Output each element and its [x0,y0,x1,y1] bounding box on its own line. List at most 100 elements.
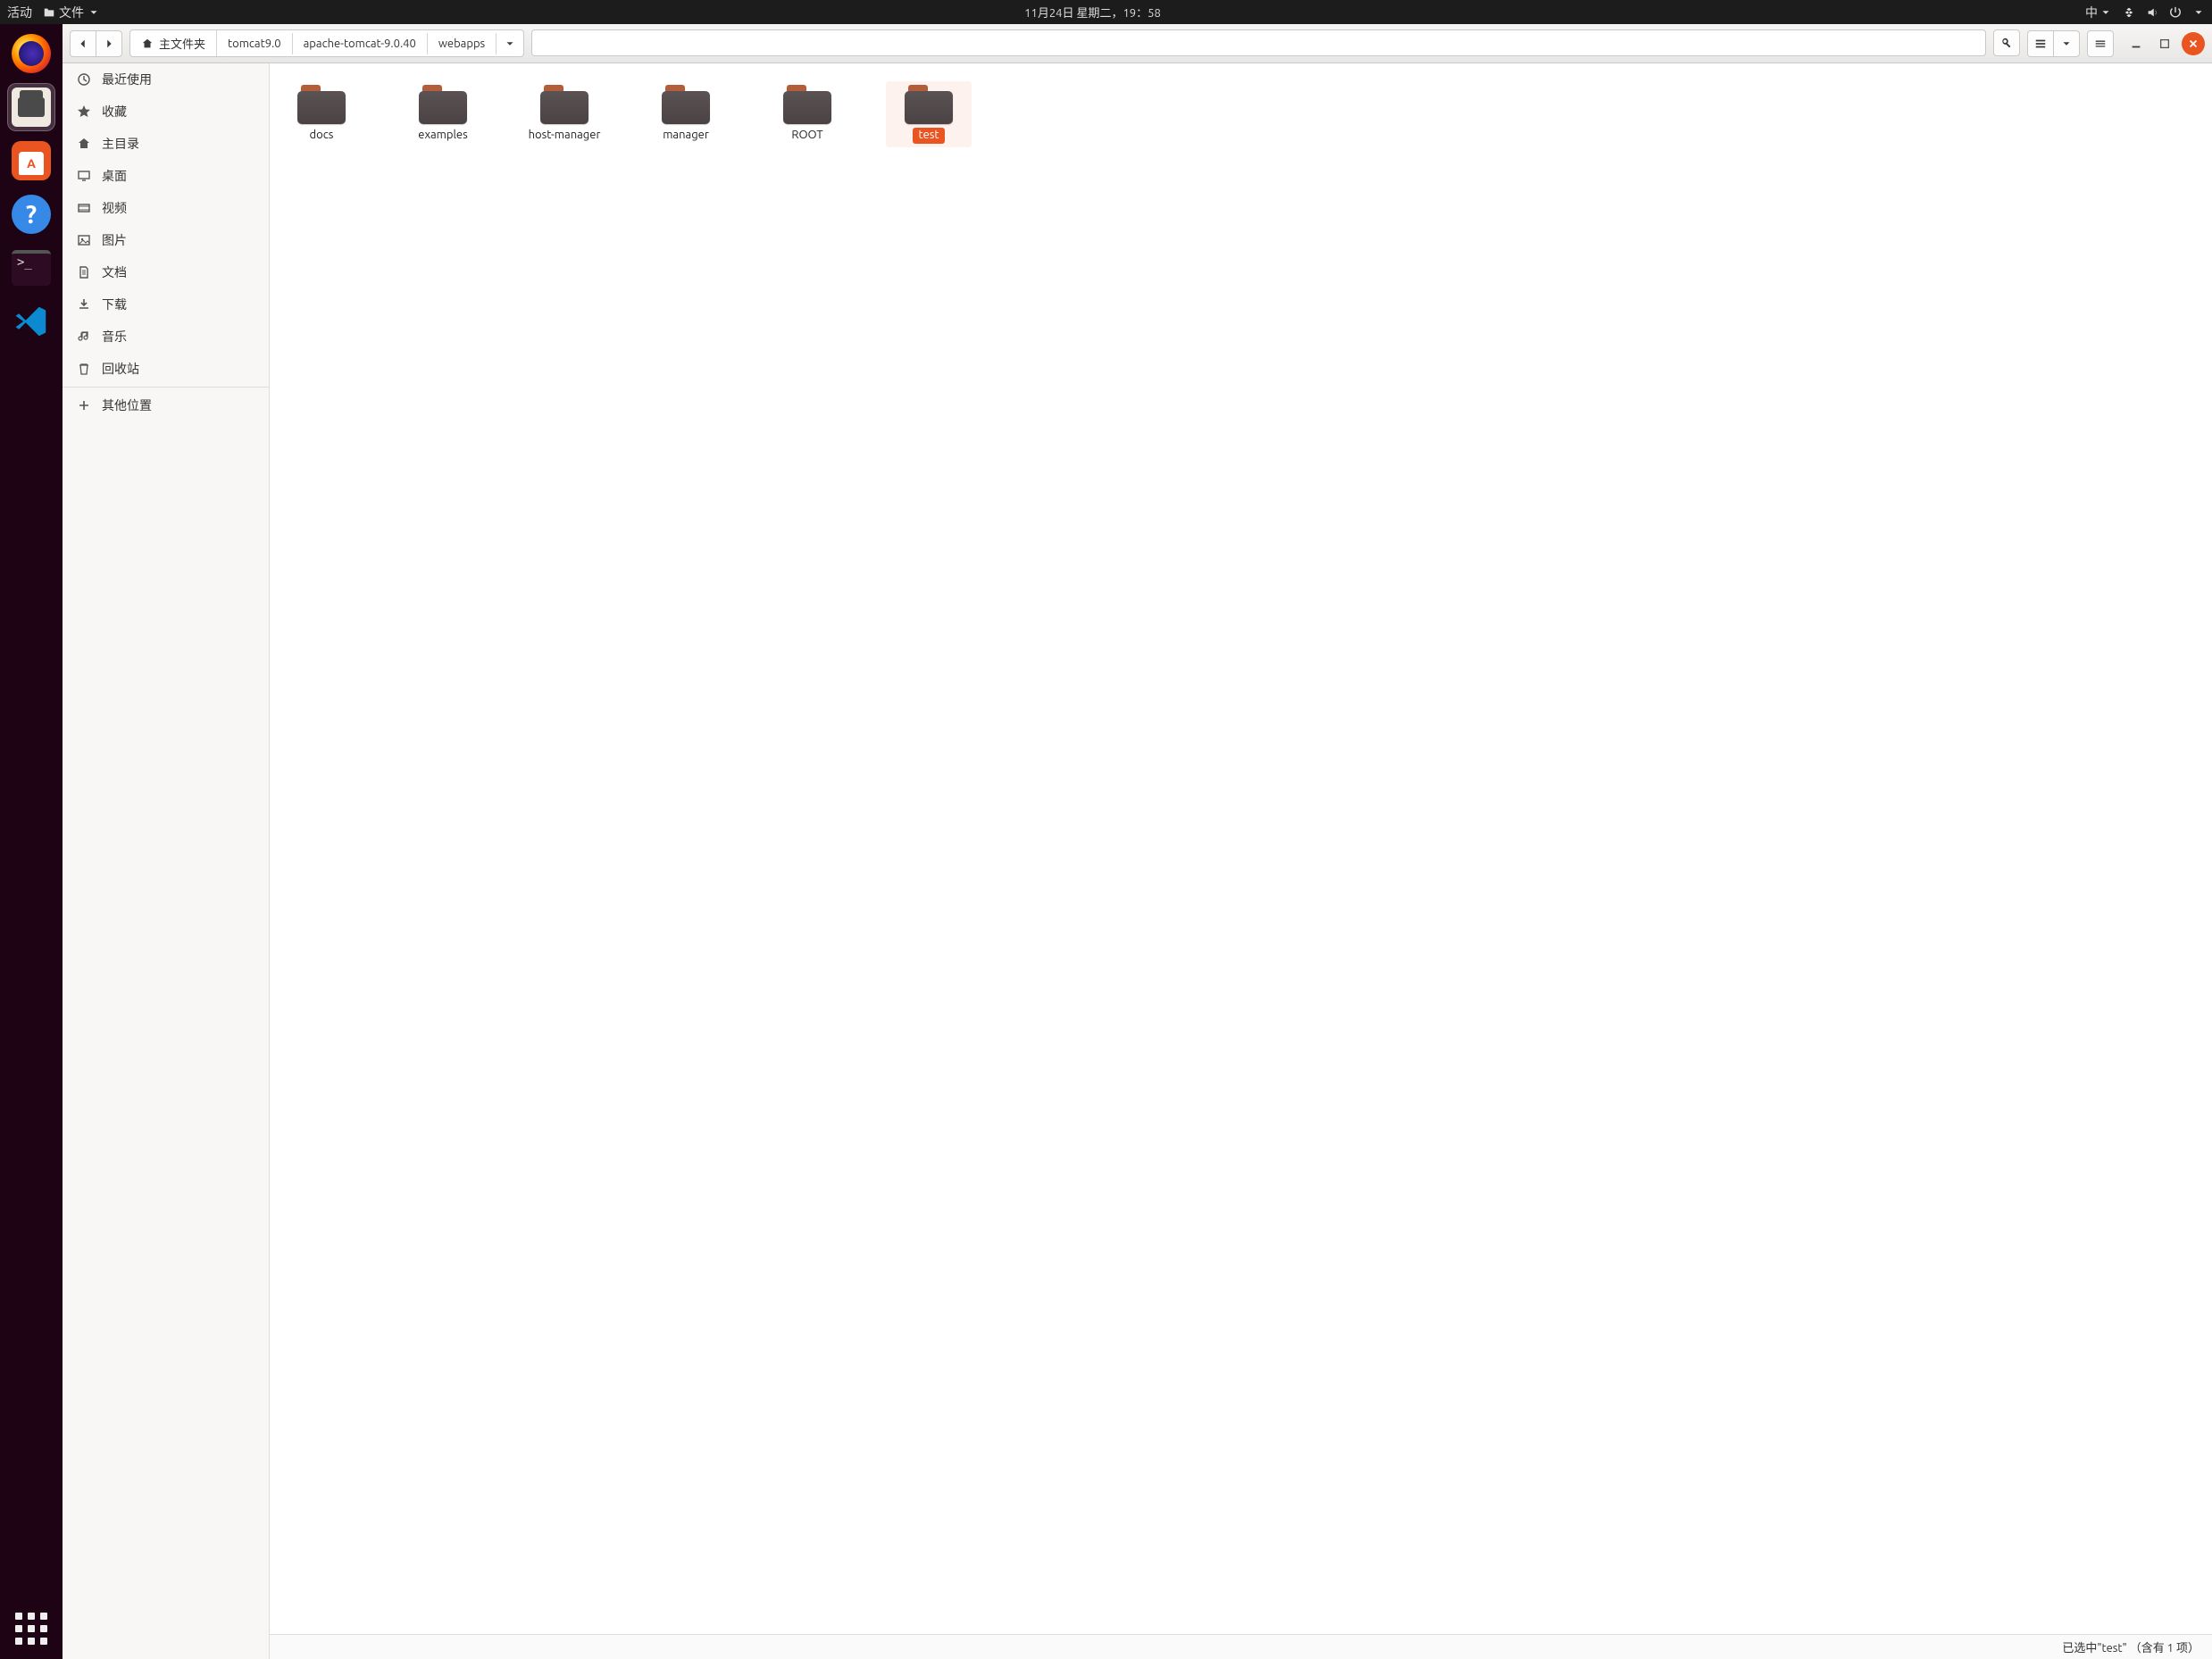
desktop-icon [77,169,91,183]
dock-item-files[interactable] [7,83,55,131]
sidebar-item-label: 最近使用 [102,71,152,88]
folder-ROOT[interactable]: ROOT [764,81,850,147]
dock-item-software[interactable] [7,137,55,185]
folder-icon [783,85,831,124]
icon-grid[interactable]: docs examples host-manager manager ROOT test [270,63,2212,1634]
window-maximize-button[interactable] [2153,32,2176,55]
nav-buttons [70,30,122,57]
dock-item-firefox[interactable] [7,29,55,78]
folder-manager[interactable]: manager [643,81,729,147]
plus-icon [77,398,91,413]
chevron-down-icon [2099,6,2112,19]
chevron-down-icon [504,38,516,50]
sidebar-item-label: 视频 [102,199,127,217]
sidebar-item-documents[interactable]: 文档 [63,256,269,288]
terminal-icon: >_ [12,250,51,286]
list-icon [2034,38,2047,50]
sidebar-item-pictures[interactable]: 图片 [63,224,269,256]
app-menu[interactable]: 文件 [43,4,100,21]
sidebar-item-label: 图片 [102,231,127,249]
folder-test[interactable]: test [886,81,972,147]
sidebar-item-label: 其他位置 [102,396,152,414]
show-applications-button[interactable] [10,1607,53,1650]
sidebar-item-label: 文档 [102,263,127,281]
sidebar-item-label: 音乐 [102,328,127,346]
forward-button[interactable] [96,30,122,57]
sidebar-item-label: 主目录 [102,135,139,153]
folder-icon [297,85,346,124]
folder-label: test [913,128,944,144]
gnome-top-panel: 活动 文件 11月24日 星期二，19：58 中 [0,0,2212,24]
help-icon: ? [12,195,51,234]
dock-item-help[interactable]: ? [7,190,55,238]
sidebar-item-trash[interactable]: 回收站 [63,353,269,385]
maximize-icon [2158,38,2171,50]
firefox-icon [12,34,51,73]
chevron-down-icon [2060,38,2073,50]
sidebar-item-downloads[interactable]: 下载 [63,288,269,321]
location-entry[interactable] [531,29,1986,56]
files-window: 主文件夹 tomcat9.0 apache-tomcat-9.0.40 weba… [63,24,2212,1659]
folder-label: docs [308,128,336,144]
path-home-label: 主文件夹 [159,35,205,52]
system-menu[interactable] [2192,6,2205,19]
sidebar-item-other[interactable]: 其他位置 [63,389,269,421]
volume-indicator[interactable] [2146,6,2158,19]
music-icon [77,329,91,344]
vscode-icon [12,302,51,341]
dock: ? >_ [0,24,63,1659]
search-button[interactable] [1993,29,2020,56]
folder-host-manager[interactable]: host-manager [522,81,607,147]
sidebar-item-label: 收藏 [102,103,127,121]
app-menu-label: 文件 [59,4,84,21]
statusbar: 已选中"test" （含有 1 项） [270,1634,2212,1659]
sidebar-item-desktop[interactable]: 桌面 [63,160,269,192]
path-seg-0[interactable]: tomcat9.0 [217,33,293,54]
sidebar-item-home[interactable]: 主目录 [63,128,269,160]
clock[interactable]: 11月24日 星期二，19：58 [100,4,2085,21]
sidebar-item-recent[interactable]: 最近使用 [63,63,269,96]
path-seg-1[interactable]: apache-tomcat-9.0.40 [293,33,428,54]
path-current-menu[interactable] [497,33,523,54]
star-icon [77,104,91,119]
window-minimize-button[interactable] [2124,32,2148,55]
folder-examples[interactable]: examples [400,81,486,147]
places-sidebar: 最近使用 收藏 主目录 桌面 视频 图片 文档 下载 音乐 回收站 其他位置 [63,63,270,1659]
network-indicator[interactable] [2123,6,2135,19]
hamburger-menu-button[interactable] [2087,30,2114,57]
minimize-icon [2130,38,2142,50]
dock-item-terminal[interactable]: >_ [7,244,55,292]
activities-button[interactable]: 活动 [7,4,32,21]
sidebar-item-videos[interactable]: 视频 [63,192,269,224]
sidebar-item-label: 下载 [102,296,127,313]
chevron-down-icon [88,6,100,19]
power-indicator[interactable] [2169,6,2182,19]
path-seg-2[interactable]: webapps [428,33,497,54]
hamburger-icon [2094,38,2107,50]
folder-icon [43,6,55,19]
chevron-left-icon [77,38,89,50]
volume-icon [2146,6,2158,19]
content-area[interactable]: docsexampleshost-managermanagerROOTtest … [270,63,2212,1659]
back-button[interactable] [70,30,96,57]
folder-icon [419,85,467,124]
folder-docs[interactable]: docs [279,81,364,147]
path-home[interactable]: 主文件夹 [130,30,217,56]
sidebar-item-music[interactable]: 音乐 [63,321,269,353]
list-view-button[interactable] [2027,30,2054,57]
ubuntu-software-icon [12,141,51,180]
view-options-button[interactable] [2053,30,2080,57]
folder-label: ROOT [789,128,824,144]
download-icon [77,297,91,312]
video-icon [77,201,91,215]
window-close-button[interactable] [2182,32,2205,55]
ime-indicator[interactable]: 中 [2085,4,2112,21]
dock-item-vscode[interactable] [7,297,55,346]
sidebar-item-starred[interactable]: 收藏 [63,96,269,128]
search-icon [2000,37,2013,49]
document-icon [77,265,91,279]
folder-icon [905,85,953,124]
sidebar-item-label: 桌面 [102,167,127,185]
folder-label: examples [416,128,469,144]
path-bar: 主文件夹 tomcat9.0 apache-tomcat-9.0.40 weba… [129,29,524,57]
